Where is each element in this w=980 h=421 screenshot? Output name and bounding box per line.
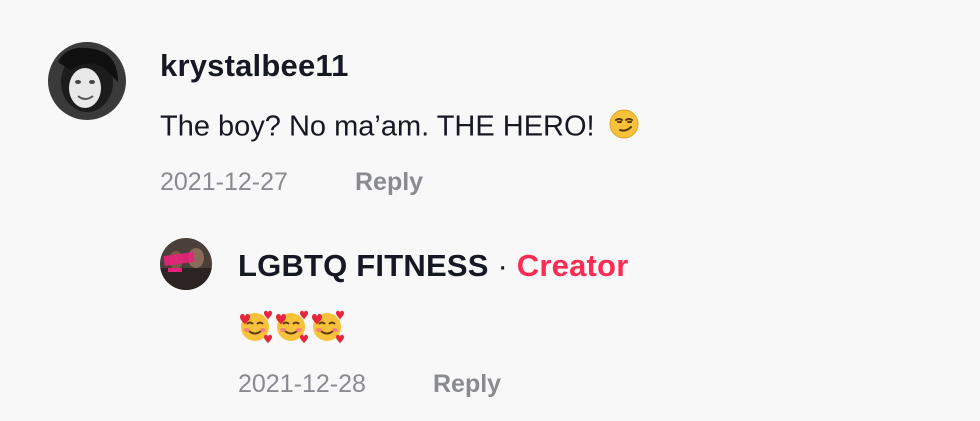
creator-avatar[interactable]: [160, 238, 212, 290]
reply-button[interactable]: Reply: [433, 370, 501, 399]
reply-username-line: LGBTQ FITNESS · Creator: [238, 248, 628, 284]
smirk-emoji-icon: [609, 109, 639, 147]
comment-date: 2021-12-27: [160, 168, 288, 196]
reply-date: 2021-12-28: [238, 370, 366, 398]
user-avatar[interactable]: [48, 42, 126, 120]
comment-item: krystalbee11 The boy? No ma’am. THE HERO…: [0, 0, 980, 220]
reply-text: [238, 309, 346, 351]
reply-button[interactable]: Reply: [355, 168, 423, 197]
separator-dot: ·: [497, 248, 508, 283]
smiling-face-with-hearts-icon: [238, 309, 346, 351]
comment-username[interactable]: krystalbee11: [160, 48, 349, 84]
creator-badge: Creator: [516, 248, 629, 283]
reply-item: LGBTQ FITNESS · Creator 2021-12-28 Reply: [0, 220, 980, 421]
reply-username[interactable]: LGBTQ FITNESS: [238, 248, 489, 283]
comment-text: The boy? No ma’am. THE HERO!: [160, 109, 639, 147]
comment-text-body: The boy? No ma’am. THE HERO!: [160, 110, 595, 143]
